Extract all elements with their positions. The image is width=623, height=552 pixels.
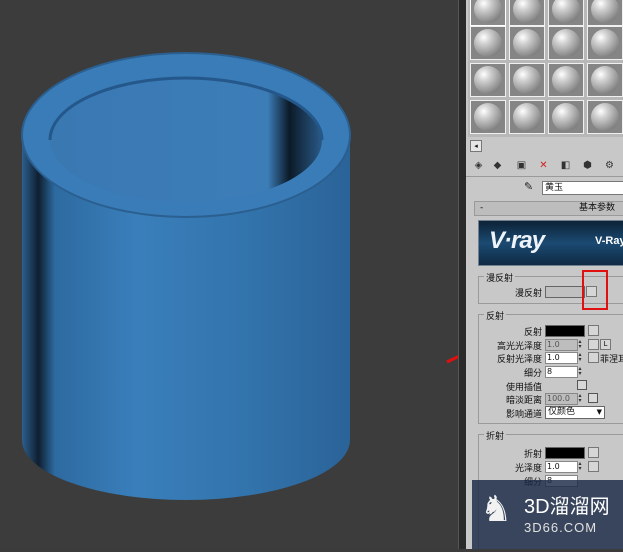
material-slot[interactable]: [548, 100, 584, 134]
refl-gloss-label: 反射光泽度: [496, 355, 542, 365]
refraction-group-label: 折射: [484, 429, 507, 442]
refl-gloss-map-button[interactable]: [588, 352, 599, 363]
material-slot[interactable]: [509, 100, 545, 134]
material-slot[interactable]: [548, 63, 584, 97]
reset-map-icon[interactable]: ✕: [536, 159, 551, 173]
material-slot[interactable]: [587, 0, 623, 26]
hilight-gloss-map-button[interactable]: [588, 339, 599, 350]
vray-logo: V·ray: [489, 227, 545, 254]
watermark-url: 3D66.COM: [524, 520, 598, 535]
chevron-down-icon: ▼: [596, 408, 602, 416]
use-interp-label: 使用插值: [505, 383, 542, 393]
affect-channels-value: 仅颜色: [548, 407, 576, 417]
reflect-map-button[interactable]: [588, 325, 599, 336]
refract-gloss-input[interactable]: 1.0: [545, 461, 578, 473]
hilight-gloss-label: 高光光泽度: [496, 342, 542, 352]
material-slot[interactable]: [509, 63, 545, 97]
basic-parameters-rollout[interactable]: - 基本参数: [474, 201, 623, 216]
dim-distance-checkbox[interactable]: [588, 393, 598, 403]
deer-logo-icon: ♞: [480, 489, 513, 530]
diffuse-group-label: 漫反射: [484, 271, 516, 284]
reflect-color-swatch[interactable]: [545, 325, 585, 337]
affect-channels-dropdown[interactable]: 仅颜色 ▼: [545, 406, 605, 419]
material-slot[interactable]: [587, 26, 623, 60]
material-slot[interactable]: [587, 100, 623, 134]
rollout-title: 基本参数: [579, 203, 616, 213]
material-slot[interactable]: [470, 26, 506, 60]
refl-gloss-input[interactable]: 1.0: [545, 352, 578, 364]
diffuse-label: 漫反射: [514, 289, 542, 299]
lock-button[interactable]: L: [600, 339, 611, 350]
reflection-group-label: 反射: [484, 309, 507, 322]
material-slot[interactable]: [509, 0, 545, 26]
reflect-subdivs-spinner[interactable]: ▴ ▾: [577, 366, 583, 377]
dim-distance-spinner[interactable]: ▴ ▾: [577, 393, 583, 404]
reflect-label: 反射: [523, 328, 542, 338]
material-name-field[interactable]: 黄玉: [542, 181, 623, 195]
highlight-box: [582, 270, 608, 310]
use-interp-checkbox[interactable]: [577, 380, 587, 390]
collapse-icon: -: [480, 203, 484, 213]
affect-channels-label: 影响通道: [505, 410, 542, 420]
refract-color-swatch[interactable]: [545, 447, 585, 459]
material-slot[interactable]: [470, 100, 506, 134]
make-unique-icon[interactable]: ◧: [558, 159, 573, 173]
material-slot[interactable]: [470, 0, 506, 26]
refract-label: 折射: [523, 450, 542, 460]
viewport[interactable]: [0, 0, 458, 549]
hilight-gloss-spinner[interactable]: ▴ ▾: [577, 339, 583, 350]
refract-gloss-spinner[interactable]: ▴ ▾: [577, 461, 583, 472]
reflect-subdivs-input[interactable]: 8: [545, 366, 578, 378]
material-slot[interactable]: [548, 26, 584, 60]
watermark: ♞ 3D溜溜网 3D66.COM: [472, 480, 623, 549]
material-slot[interactable]: [509, 26, 545, 60]
material-slot[interactable]: [587, 63, 623, 97]
vray-label: V-Ray: [595, 235, 623, 247]
material-slot-grid: [468, 0, 623, 137]
watermark-title: 3D溜溜网: [524, 496, 610, 518]
cylinder-tube-object[interactable]: [0, 0, 458, 549]
put-to-library-icon[interactable]: ⬢: [580, 159, 595, 173]
refract-gloss-label: 光泽度: [514, 464, 542, 474]
vray-banner: V·ray V-Ray: [478, 220, 623, 266]
refl-gloss-spinner[interactable]: ▴ ▾: [577, 352, 583, 363]
reflect-subdivs-label: 细分: [523, 369, 542, 379]
dim-distance-input[interactable]: 100.0: [545, 393, 578, 405]
refract-map-button[interactable]: [588, 447, 599, 458]
dim-distance-label: 暗淡距离: [505, 396, 542, 406]
fresnel-label: 菲涅耳: [600, 355, 623, 365]
material-id-icon[interactable]: ⚙: [602, 159, 617, 173]
material-slot[interactable]: [548, 0, 584, 26]
diffuse-color-swatch[interactable]: [545, 286, 585, 298]
put-to-scene-icon[interactable]: ◆: [490, 159, 505, 173]
hilight-gloss-input[interactable]: 1.0: [545, 339, 578, 351]
scroll-slots-button[interactable]: ◂: [470, 140, 482, 152]
refract-gloss-map-button[interactable]: [588, 461, 599, 472]
material-slot[interactable]: [470, 63, 506, 97]
get-material-icon[interactable]: ◈: [471, 159, 486, 173]
eyedropper-icon[interactable]: ✎: [524, 180, 533, 193]
assign-to-selection-icon[interactable]: ▣: [514, 159, 529, 173]
material-toolbar: ◈ ◆ ▣ ✕ ◧ ⬢ ⚙: [466, 156, 623, 177]
